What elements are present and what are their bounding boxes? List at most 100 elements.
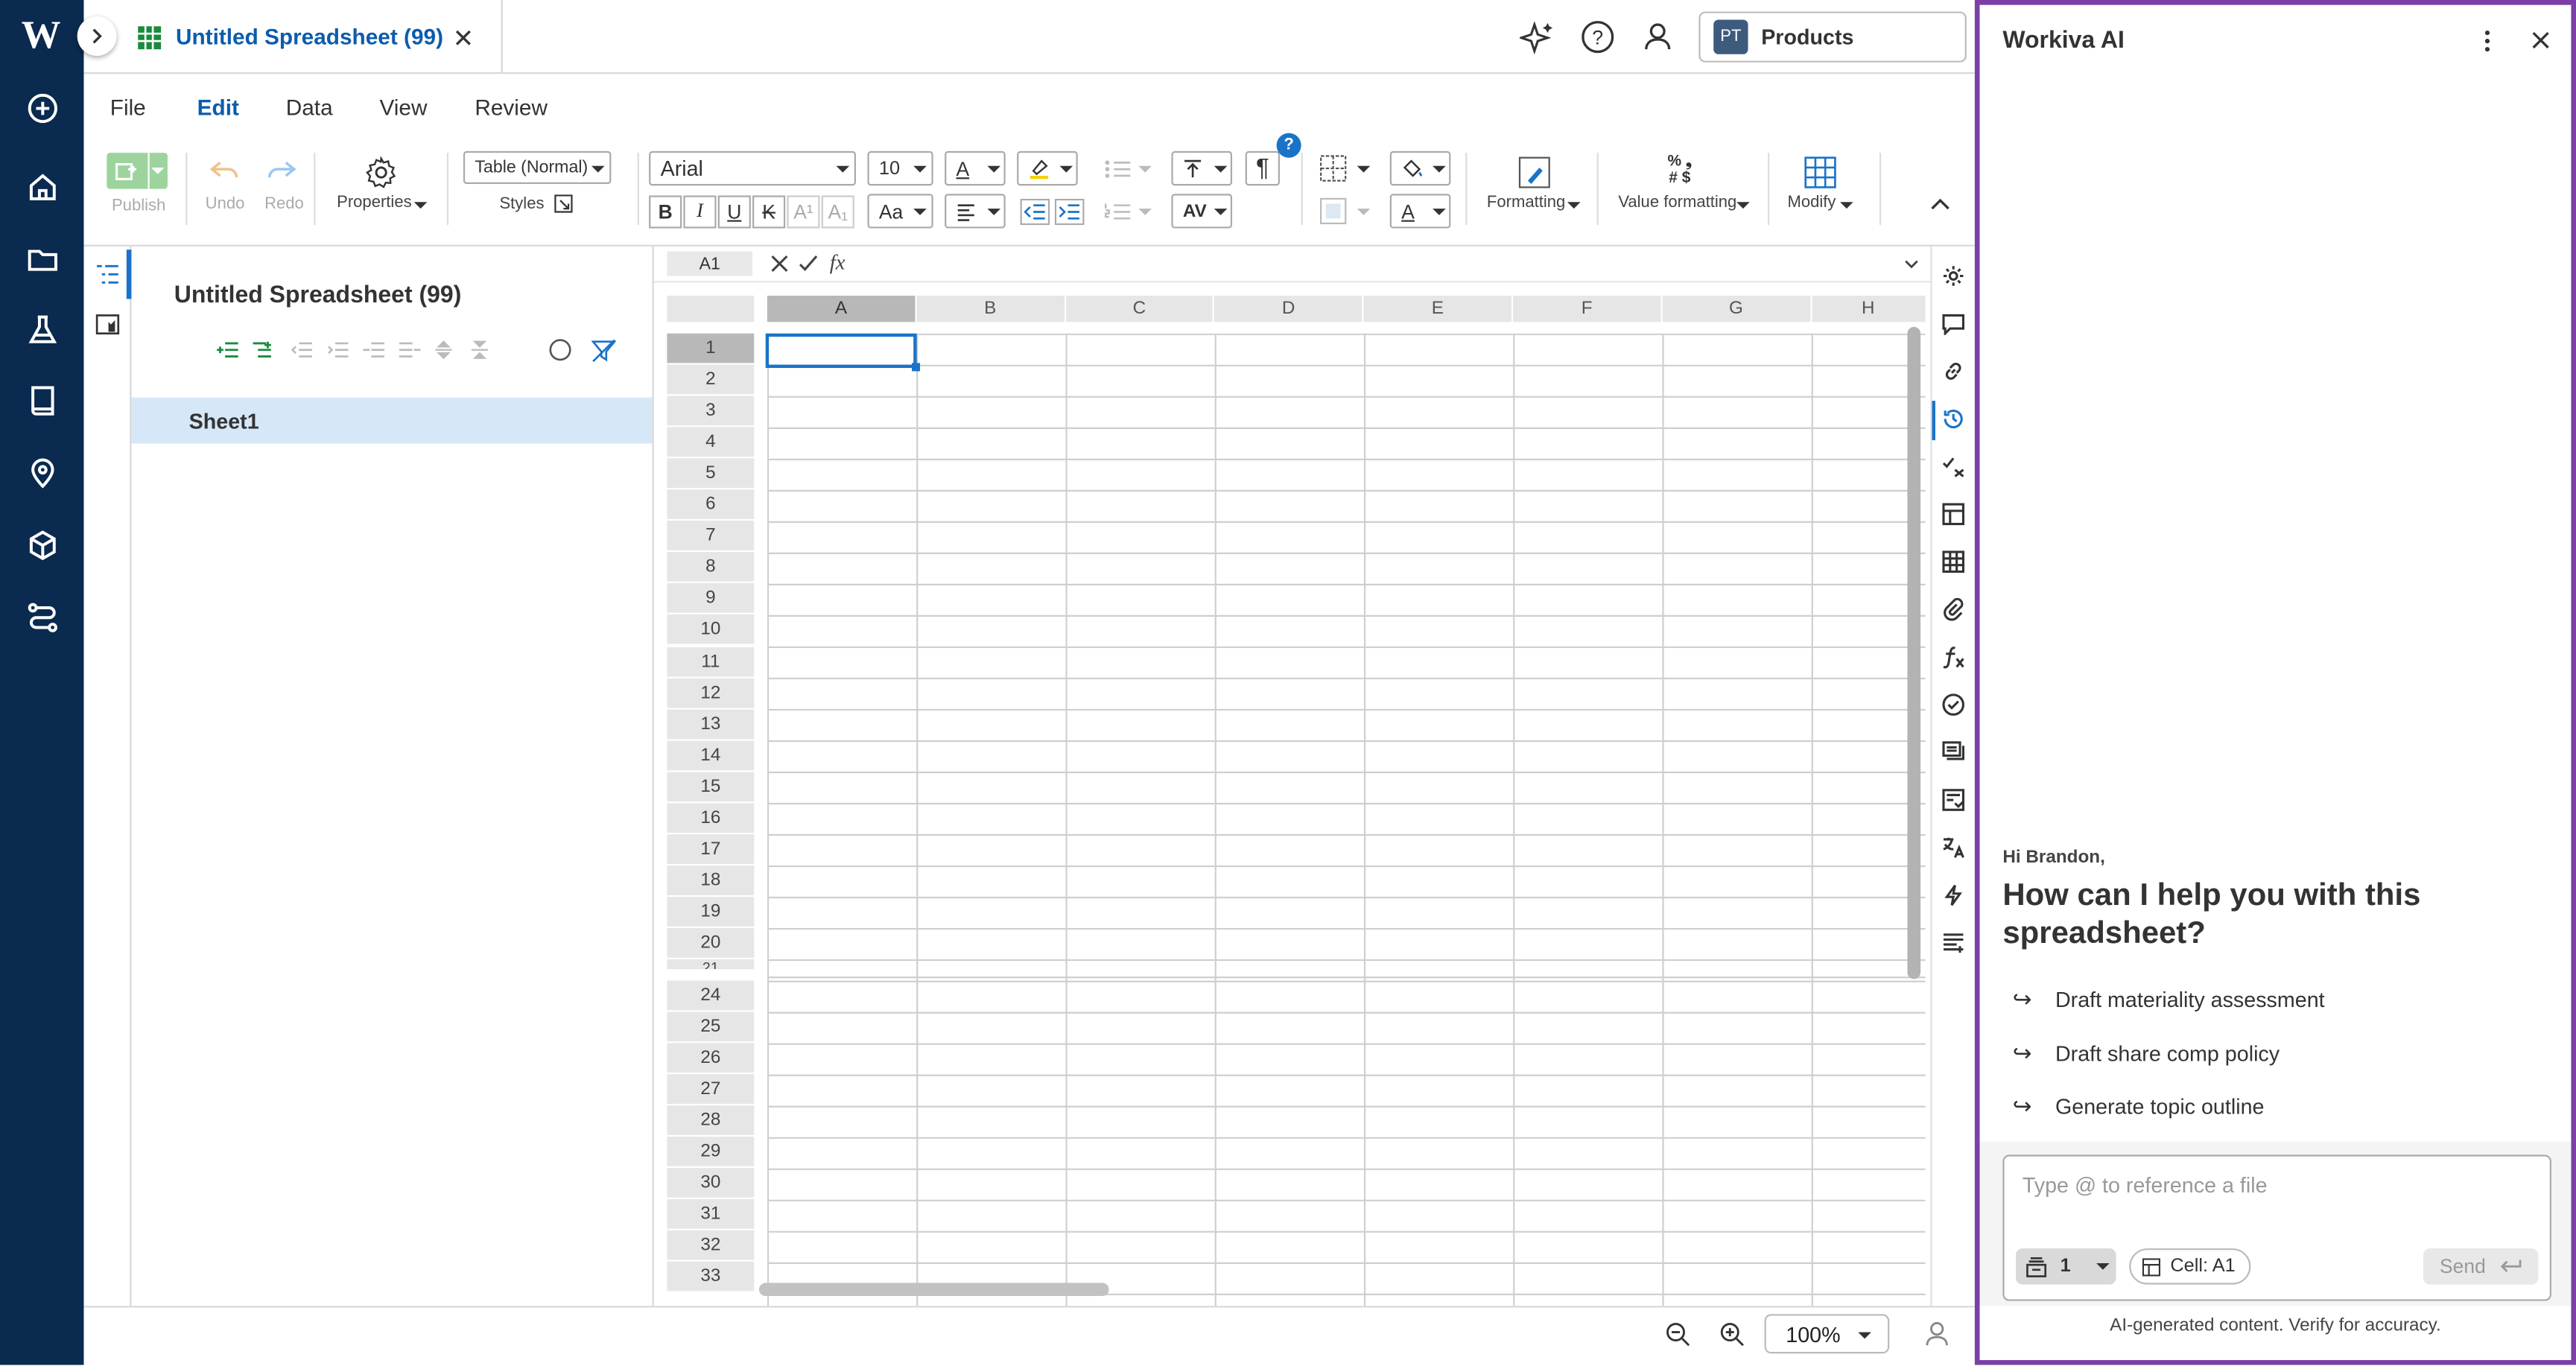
column-header-e[interactable]: E [1363, 295, 1514, 323]
highlight-button[interactable] [1017, 150, 1078, 186]
font-color-button[interactable]: A [945, 150, 1006, 186]
functions-icon[interactable] [1942, 646, 1968, 672]
home-icon[interactable] [22, 166, 64, 209]
strikethrough-icon[interactable]: K [752, 194, 786, 228]
menu-file[interactable]: File [110, 95, 146, 120]
row-header-15[interactable]: 15 [667, 771, 755, 803]
cell-reference[interactable]: A1 [667, 251, 753, 276]
context-count-chip[interactable]: 1 [2016, 1248, 2116, 1285]
spreadsheet-grid[interactable]: ABCDEFGH 1 2 3 4 5 6 7 8 9 10 11 12 13 14 15 16 17 18 19 20… [654, 282, 1931, 1306]
collapse-all-icon[interactable] [470, 340, 489, 360]
menu-data[interactable]: Data [286, 95, 333, 120]
selected-cell-a1[interactable] [765, 333, 921, 372]
value-formatting-icon[interactable]: % ❟ # $ [1667, 153, 1692, 187]
row-header-20[interactable]: 20 [667, 927, 755, 959]
suggestion-1[interactable]: ↪ Draft materiality assessment [2013, 985, 2325, 1013]
expand-formula-icon[interactable] [1904, 259, 1919, 269]
font-size-select[interactable]: 10 [867, 150, 933, 186]
folder-icon[interactable] [22, 238, 64, 281]
close-tab-icon[interactable] [455, 30, 472, 46]
row-header-2[interactable]: 2 [667, 364, 755, 396]
row-header-27[interactable]: 27 [667, 1074, 755, 1106]
row-header-28[interactable]: 28 [667, 1105, 755, 1137]
confirm-formula-icon[interactable] [799, 255, 818, 273]
vertical-scrollbar[interactable] [1907, 326, 1921, 979]
more-options-icon[interactable] [2482, 30, 2492, 53]
decrease-indent-icon[interactable] [1020, 198, 1050, 226]
lightning-icon[interactable] [1942, 884, 1968, 910]
row-header-3[interactable]: 3 [667, 395, 755, 428]
column-header-f[interactable]: F [1513, 295, 1663, 323]
bold-icon[interactable]: B [649, 194, 682, 228]
row-header-18[interactable]: 18 [667, 865, 755, 897]
menu-edit[interactable]: Edit [197, 95, 239, 120]
row-header-4[interactable]: 4 [667, 427, 755, 459]
superscript-icon[interactable]: A¹ [787, 194, 820, 228]
indent-icon[interactable] [326, 340, 349, 360]
menu-view[interactable]: View [379, 95, 427, 120]
move-right-icon[interactable] [398, 340, 421, 360]
row-header-8[interactable]: 8 [667, 552, 755, 584]
redo-icon[interactable] [264, 159, 297, 182]
data-list-icon[interactable] [1942, 931, 1968, 957]
help-icon[interactable]: ? [1581, 19, 1615, 54]
column-header-a[interactable]: A [767, 295, 917, 323]
underline-icon[interactable]: U [717, 194, 751, 228]
menu-review[interactable]: Review [475, 95, 548, 120]
horizontal-scrollbar[interactable] [758, 1283, 1109, 1297]
function-icon[interactable]: fx [830, 250, 846, 276]
row-header-5[interactable]: 5 [667, 458, 755, 490]
tasks-check-icon[interactable] [1942, 455, 1968, 481]
style-select[interactable]: Table (Normal) [463, 150, 612, 185]
row-header-30[interactable]: 30 [667, 1168, 755, 1200]
box-icon[interactable] [22, 524, 64, 567]
row-header-17[interactable]: 17 [667, 833, 755, 865]
translate-icon[interactable] [1942, 836, 1968, 863]
row-header-14[interactable]: 14 [667, 740, 755, 772]
cell-context-chip[interactable]: Cell: A1 [2129, 1248, 2251, 1285]
gear-icon[interactable] [365, 156, 398, 189]
row-header-11[interactable]: 11 [667, 646, 755, 678]
row-header-1[interactable]: 1 [667, 333, 755, 365]
review-panel-icon[interactable] [1942, 789, 1968, 815]
attachment-icon[interactable] [1942, 597, 1968, 624]
suggestion-3[interactable]: ↪ Generate topic outline [2013, 1093, 2265, 1120]
undo-icon[interactable] [209, 159, 241, 182]
create-icon[interactable] [22, 87, 64, 130]
modify-label[interactable]: Modify [1787, 194, 1836, 212]
bullet-list-icon[interactable] [1103, 156, 1132, 182]
send-button[interactable]: Send [2423, 1248, 2539, 1285]
row-header-12[interactable]: 12 [667, 677, 755, 709]
bookmark-icon[interactable] [95, 312, 120, 337]
comment-icon[interactable] [1942, 312, 1968, 338]
row-header-21[interactable]: 21 [667, 959, 755, 971]
formatting-icon[interactable] [1518, 156, 1551, 189]
row-header-16[interactable]: 16 [667, 802, 755, 834]
settings-gear-icon[interactable] [1942, 264, 1968, 290]
subscript-icon[interactable]: A₁ [821, 194, 854, 228]
move-left-icon[interactable] [361, 340, 385, 360]
styles-dialog-icon[interactable] [553, 194, 573, 213]
location-icon[interactable] [22, 451, 64, 494]
expand-all-icon[interactable] [434, 340, 453, 360]
row-header-32[interactable]: 32 [667, 1230, 755, 1262]
properties-label[interactable]: Properties [337, 194, 412, 212]
circle-icon[interactable] [549, 338, 572, 361]
zoom-out-icon[interactable] [1666, 1322, 1690, 1347]
column-header-d[interactable]: D [1214, 295, 1364, 323]
route-icon[interactable] [22, 597, 64, 639]
flask-icon[interactable] [22, 309, 64, 352]
column-header-h[interactable]: H [1811, 295, 1927, 323]
book-icon[interactable] [22, 379, 64, 422]
modify-table-icon[interactable] [1804, 156, 1837, 189]
value-formatting-label[interactable]: Value formatting [1618, 194, 1736, 212]
row-header-10[interactable]: 10 [667, 614, 755, 647]
add-subsheet-icon[interactable] [251, 340, 274, 360]
filter-off-icon[interactable] [591, 338, 617, 363]
formula-input[interactable] [859, 247, 1910, 279]
row-header-6[interactable]: 6 [667, 489, 755, 521]
zoom-select[interactable]: 100% [1764, 1314, 1890, 1354]
link-icon[interactable] [1942, 360, 1968, 386]
ai-input-box[interactable]: Type @ to reference a file 1 Cell: A1 Se… [2002, 1154, 2551, 1301]
increase-indent-icon[interactable] [1054, 198, 1085, 226]
